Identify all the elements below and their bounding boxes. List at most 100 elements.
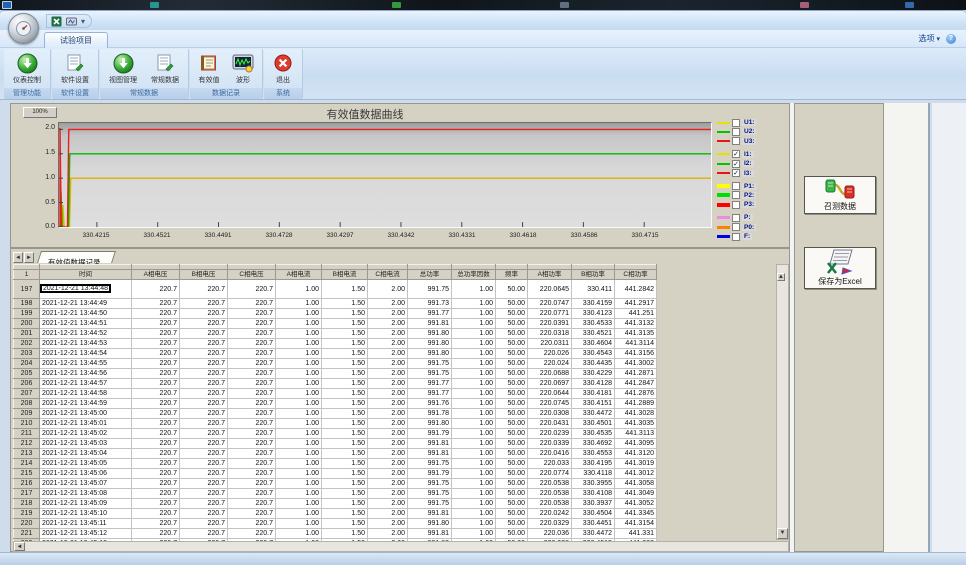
software-settings-button[interactable]: 软件设置 xyxy=(55,51,95,85)
header-cell[interactable]: A相电压 xyxy=(132,270,180,280)
data-cell[interactable]: 50.00 xyxy=(496,319,528,329)
data-cell[interactable]: 220.7 xyxy=(132,359,180,369)
data-cell[interactable]: 1.00 xyxy=(452,419,496,429)
data-cell[interactable]: 220.7 xyxy=(132,339,180,349)
data-cell[interactable]: 2.00 xyxy=(368,389,408,399)
data-cell[interactable]: 2021-12-21 13:44:51 xyxy=(40,319,132,329)
data-cell[interactable]: 1.00 xyxy=(452,399,496,409)
legend-checkbox[interactable] xyxy=(732,214,740,222)
data-cell[interactable]: 50.00 xyxy=(496,429,528,439)
data-cell[interactable]: 220.7 xyxy=(228,489,276,499)
data-cell[interactable]: 991.75 xyxy=(408,499,452,509)
app-menu-orb[interactable] xyxy=(8,13,39,44)
data-cell[interactable]: 991.79 xyxy=(408,429,452,439)
data-cell[interactable]: 1.50 xyxy=(322,499,368,509)
legend-checkbox[interactable] xyxy=(732,191,740,199)
data-cell[interactable]: 220.7 xyxy=(180,349,228,359)
row-number-cell[interactable]: 206 xyxy=(14,379,40,389)
data-cell[interactable]: 330.4229 xyxy=(572,369,615,379)
data-cell[interactable]: 2.00 xyxy=(368,449,408,459)
data-cell[interactable]: 220.7 xyxy=(132,299,180,309)
chart-plot[interactable] xyxy=(58,122,712,228)
row-number-cell[interactable]: 219 xyxy=(14,509,40,519)
data-cell[interactable]: 441.3028 xyxy=(615,409,657,419)
data-cell[interactable]: 220.7 xyxy=(132,519,180,529)
row-number-cell[interactable]: 220 xyxy=(14,519,40,529)
data-cell[interactable]: 441.3156 xyxy=(615,349,657,359)
row-number-cell[interactable]: 213 xyxy=(14,449,40,459)
qat-dropdown-icon[interactable]: ▾ xyxy=(81,17,85,26)
data-cell[interactable]: 220.7 xyxy=(180,439,228,449)
data-cell[interactable]: 1.00 xyxy=(276,409,322,419)
data-cell[interactable]: 330.4521 xyxy=(572,329,615,339)
data-cell[interactable]: 2.00 xyxy=(368,339,408,349)
waveform-button[interactable]: 波形 xyxy=(227,51,259,85)
data-cell[interactable]: 2.00 xyxy=(368,309,408,319)
header-cell[interactable]: B相电压 xyxy=(180,270,228,280)
data-cell[interactable]: 330.4159 xyxy=(572,299,615,309)
meter-icon[interactable] xyxy=(66,16,77,27)
data-cell[interactable]: 2.00 xyxy=(368,280,408,299)
data-cell[interactable]: 50.00 xyxy=(496,509,528,519)
data-cell[interactable]: 1.00 xyxy=(276,509,322,519)
data-cell[interactable]: 1.00 xyxy=(452,359,496,369)
data-cell[interactable]: 220.7 xyxy=(228,399,276,409)
data-cell[interactable]: 1.00 xyxy=(452,409,496,419)
data-cell[interactable]: 1.50 xyxy=(322,349,368,359)
header-cell[interactable]: A相电流 xyxy=(276,270,322,280)
data-cell[interactable]: 1.00 xyxy=(452,519,496,529)
data-cell[interactable]: 220.7 xyxy=(228,519,276,529)
data-cell[interactable]: 991.79 xyxy=(408,469,452,479)
data-cell[interactable]: 220.7 xyxy=(228,469,276,479)
row-number-cell[interactable]: 199 xyxy=(14,309,40,319)
data-cell[interactable]: 220.0538 xyxy=(528,479,572,489)
data-cell[interactable]: 220.7 xyxy=(132,399,180,409)
data-cell[interactable]: 441.3345 xyxy=(615,509,657,519)
data-cell[interactable]: 50.00 xyxy=(496,299,528,309)
data-cell[interactable]: 2021-12-21 13:45:05 xyxy=(40,459,132,469)
data-cell[interactable]: 2021-12-21 13:45:12 xyxy=(40,529,132,539)
data-cell[interactable]: 220.7 xyxy=(228,499,276,509)
data-cell[interactable]: 1.50 xyxy=(322,449,368,459)
data-cell[interactable]: 1.50 xyxy=(322,399,368,409)
data-cell[interactable]: 220.7 xyxy=(180,529,228,539)
data-cell[interactable]: 2021-12-21 13:45:10 xyxy=(40,509,132,519)
row-number-cell[interactable]: 205 xyxy=(14,369,40,379)
data-cell[interactable]: 441.251 xyxy=(615,309,657,319)
data-cell[interactable]: 50.00 xyxy=(496,349,528,359)
row-number-cell[interactable]: 211 xyxy=(14,429,40,439)
data-cell[interactable]: 330.4123 xyxy=(572,309,615,319)
data-cell[interactable]: 1.50 xyxy=(322,329,368,339)
data-cell[interactable]: 1.50 xyxy=(322,319,368,329)
data-cell[interactable]: 2021-12-21 13:44:48 xyxy=(40,284,111,293)
data-cell[interactable]: 2.00 xyxy=(368,349,408,359)
data-cell[interactable]: 2021-12-21 13:45:04 xyxy=(40,449,132,459)
row-number-cell[interactable]: 198 xyxy=(14,299,40,309)
data-cell[interactable]: 220.7 xyxy=(180,499,228,509)
data-cell[interactable]: 2.00 xyxy=(368,499,408,509)
data-cell[interactable]: 330.411 xyxy=(572,280,615,299)
regular-data-button[interactable]: 常规数据 xyxy=(145,51,185,85)
data-cell[interactable]: 50.00 xyxy=(496,379,528,389)
data-cell[interactable]: 1.00 xyxy=(452,280,496,299)
data-cell[interactable]: 220.7 xyxy=(228,329,276,339)
row-number-cell[interactable]: 216 xyxy=(14,479,40,489)
data-cell[interactable]: 1.00 xyxy=(276,379,322,389)
data-cell[interactable]: 220.7 xyxy=(180,489,228,499)
data-cell[interactable]: 50.00 xyxy=(496,449,528,459)
data-cell[interactable]: 1.00 xyxy=(276,319,322,329)
data-cell[interactable]: 330.4692 xyxy=(572,439,615,449)
data-cell[interactable]: 220.7 xyxy=(132,309,180,319)
data-cell[interactable]: 50.00 xyxy=(496,359,528,369)
table-vertical-scrollbar[interactable]: ▲ ▼ xyxy=(776,264,789,540)
data-cell[interactable]: 220.7 xyxy=(132,489,180,499)
data-cell[interactable]: 441.2889 xyxy=(615,399,657,409)
row-number-cell[interactable]: 208 xyxy=(14,399,40,409)
data-cell[interactable]: 2021-12-21 13:44:49 xyxy=(40,299,132,309)
legend-checkbox[interactable] xyxy=(732,182,740,190)
data-cell[interactable]: 220.7 xyxy=(180,459,228,469)
data-cell[interactable]: 220.7 xyxy=(180,339,228,349)
sheet-prev-button[interactable]: ◄ xyxy=(13,252,23,263)
legend-checkbox[interactable] xyxy=(732,128,740,136)
data-cell[interactable]: 1.00 xyxy=(276,489,322,499)
